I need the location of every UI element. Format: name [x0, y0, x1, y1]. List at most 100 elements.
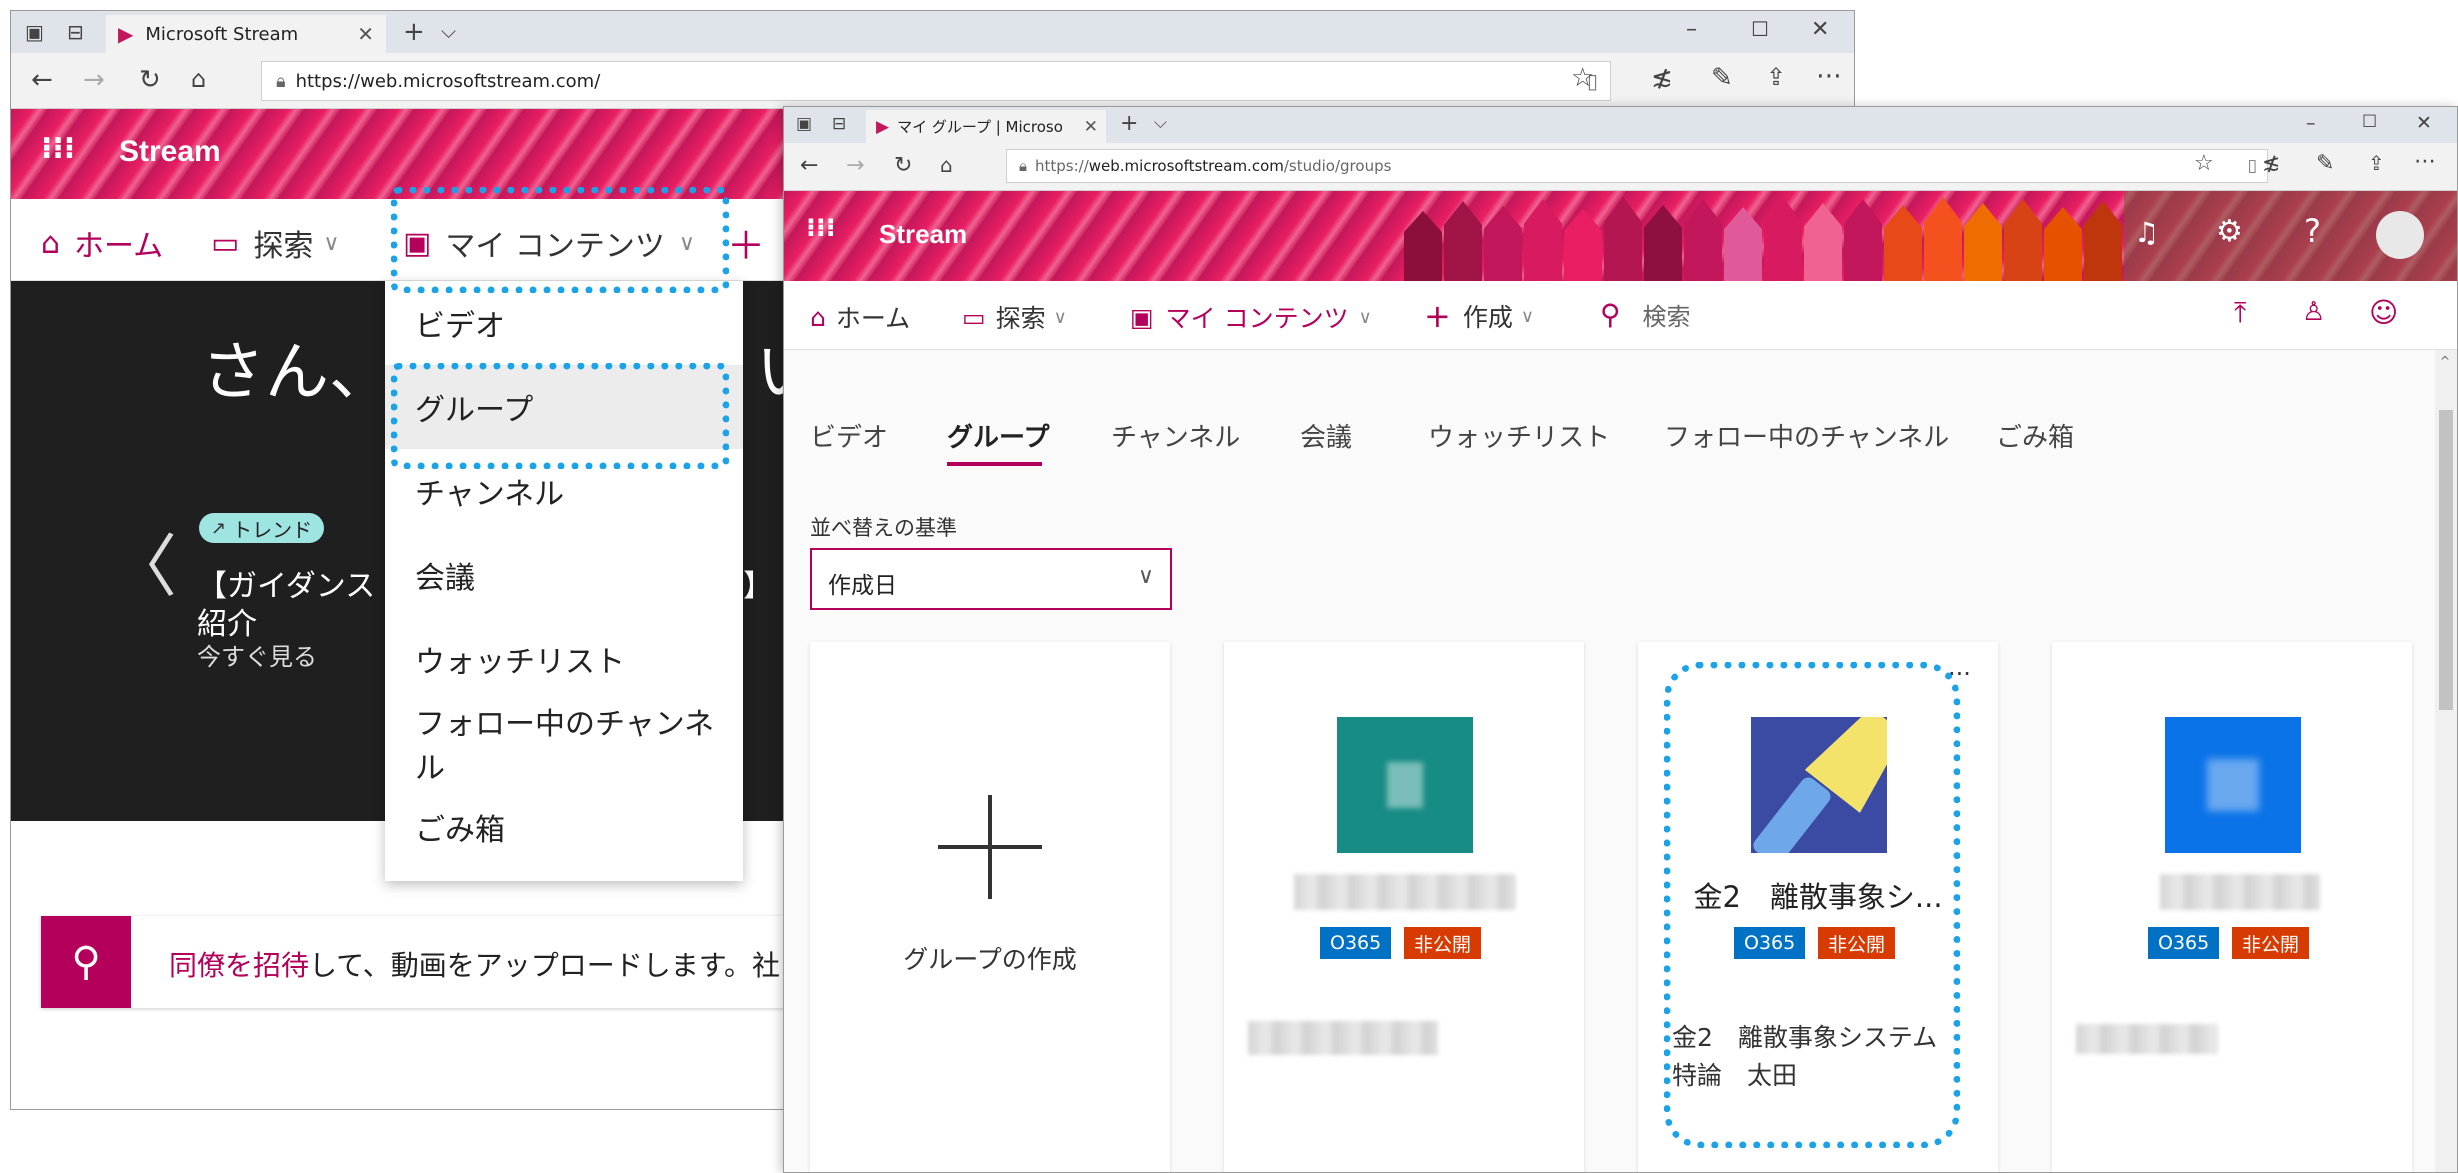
highlight-group-card	[1664, 662, 1960, 1148]
share-icon[interactable]: ⇪	[2368, 153, 2385, 173]
set-aside-tabs-icon[interactable]: ▣	[796, 116, 812, 133]
url-text: https://web.microsoftstream.com/studio/g…	[1035, 157, 1391, 175]
chevron-down-icon: ∨	[323, 230, 340, 256]
explore-icon: ▭	[962, 302, 986, 332]
upload-icon[interactable]: ⤒	[2234, 299, 2246, 327]
nav-create[interactable]: ＋	[727, 215, 765, 270]
new-tab-icon[interactable]: +	[1120, 113, 1138, 135]
vertical-scrollbar[interactable]: ^	[2435, 350, 2457, 1172]
browser-tab[interactable]: ▶ マイ グループ | Microsoft S ✕	[866, 110, 1106, 143]
subtab-channels[interactable]: チャンネル	[1111, 417, 1240, 454]
home-icon[interactable]: ⌂	[191, 67, 206, 91]
close-tab-icon[interactable]: ✕	[1084, 117, 1098, 137]
chevron-down-icon: ∨	[1520, 305, 1535, 327]
favorites-list-icon[interactable]: ≴	[2262, 153, 2280, 175]
plus-icon	[988, 795, 992, 899]
help-icon[interactable]: ?	[2304, 215, 2321, 247]
back-icon[interactable]: ←	[31, 67, 53, 93]
subtab-trash[interactable]: ごみ箱	[1996, 417, 2074, 454]
forward-icon[interactable]: →	[83, 67, 105, 93]
menu-item-watchlist[interactable]: ウォッチリスト	[385, 617, 743, 701]
share-icon[interactable]: ⇪	[1766, 65, 1786, 89]
video-icon: ▣	[1130, 302, 1154, 332]
subtab-watchlist[interactable]: ウォッチリスト	[1428, 417, 1610, 454]
chevron-down-icon: ∨	[1137, 564, 1154, 589]
address-bar[interactable]: 🔒︎ https://web.microsoftstream.com/studi…	[1006, 149, 2268, 183]
scrollbar-thumb[interactable]	[2439, 410, 2453, 710]
favorites-list-icon[interactable]: ≴	[1651, 65, 1673, 91]
new-tab-icon[interactable]: +	[403, 19, 425, 45]
favorite-star-icon[interactable]: ☆	[1571, 65, 1594, 91]
menu-item-video[interactable]: ビデオ	[385, 281, 743, 365]
minimize-icon[interactable]: –	[1686, 19, 1697, 41]
menu-item-trash[interactable]: ごみ箱	[385, 785, 743, 869]
pen-icon[interactable]: ✎	[2316, 153, 2334, 175]
notifications-bell-icon[interactable]: ♫	[2134, 219, 2159, 247]
tab-list-chevron-icon[interactable]: ⌵	[1154, 115, 1167, 132]
add-person-icon[interactable]: ♙	[2302, 299, 2325, 325]
subtab-meetings[interactable]: 会議	[1300, 417, 1352, 454]
browser-tab[interactable]: ▶ Microsoft Stream ✕	[106, 15, 386, 53]
watch-now-link[interactable]: 今すぐ見る	[197, 637, 317, 672]
app-launcher-icon[interactable]: ⁝⁝⁝	[41, 131, 75, 166]
search-box[interactable]: ⚲ 検索	[1600, 297, 1691, 332]
nav-explore[interactable]: ▭ 探索 ∨	[962, 299, 1067, 335]
group-avatar-tile	[2165, 717, 2301, 853]
nav-home[interactable]: ⌂ ホーム	[810, 299, 910, 335]
app-launcher-icon[interactable]: ⁝⁝⁝	[806, 213, 836, 243]
tab-list-chevron-icon[interactable]: ⌵	[441, 21, 456, 41]
nav-my-content[interactable]: ▣ マイ コンテンツ ∨	[1130, 299, 1372, 335]
nav-create[interactable]: + 作成 ∨	[1424, 297, 1534, 335]
tab-title: Microsoft Stream	[145, 23, 299, 45]
create-group-card[interactable]: グループの作成	[810, 642, 1170, 1172]
pen-icon[interactable]: ✎	[1711, 65, 1733, 91]
reading-view-icon[interactable]: ▯	[2248, 156, 2257, 176]
previous-arrow-icon[interactable]: 〈	[109, 511, 177, 610]
group-card[interactable]: O365 非公開	[1224, 642, 1584, 1172]
crayon-decoration	[1384, 191, 2457, 281]
minimize-icon[interactable]: –	[2306, 114, 2316, 133]
favorite-star-icon[interactable]: ☆	[2194, 153, 2214, 175]
app-name[interactable]: Stream	[879, 219, 967, 250]
refresh-icon[interactable]: ↻	[894, 155, 912, 177]
more-icon[interactable]: ⋯	[1816, 63, 1842, 89]
sort-dropdown[interactable]: 作成日 ∨	[810, 548, 1172, 610]
subtab-video[interactable]: ビデオ	[810, 417, 888, 454]
trend-badge-label: トレンド	[232, 517, 313, 542]
sort-value: 作成日	[828, 573, 897, 599]
close-tab-icon[interactable]: ✕	[357, 22, 374, 46]
subtab-followed-channels[interactable]: フォロー中のチャンネル	[1664, 417, 1949, 454]
address-bar[interactable]: 🔒︎ https://web.microsoftstream.com/ ▯	[261, 61, 1611, 101]
home-icon[interactable]: ⌂	[940, 155, 953, 175]
group-card[interactable]: O365 非公開	[2052, 642, 2412, 1172]
invite-link[interactable]: 同僚を招待	[169, 949, 309, 982]
nav-home[interactable]: ⌂ ホーム	[41, 221, 163, 265]
tab-strip: ▣ ⊟ ▶ マイ グループ | Microsoft S ✕ + ⌵ – ☐ ✕	[784, 107, 2457, 143]
more-icon[interactable]: ⋯	[2414, 151, 2436, 173]
tab-preview-icon[interactable]: ⊟	[67, 22, 84, 42]
private-badge: 非公開	[2232, 927, 2310, 959]
feedback-smiley-icon[interactable]: ☺	[2369, 299, 2398, 327]
menu-item-meetings[interactable]: 会議	[385, 533, 743, 617]
scroll-up-icon[interactable]: ^	[2440, 354, 2450, 368]
maximize-icon[interactable]: ☐	[1751, 19, 1769, 39]
avatar[interactable]	[2376, 211, 2424, 259]
maximize-icon[interactable]: ☐	[2362, 114, 2377, 131]
nav-explore[interactable]: ▭ 探索 ∨	[211, 221, 339, 265]
settings-gear-icon[interactable]: ⚙	[2216, 217, 2243, 247]
group-name-redacted	[2160, 874, 2320, 910]
close-window-icon[interactable]: ✕	[2416, 114, 2432, 133]
tab-preview-icon[interactable]: ⊟	[832, 116, 846, 133]
chevron-down-icon: ∨	[1053, 306, 1067, 328]
app-name[interactable]: Stream	[119, 135, 221, 169]
lock-icon: 🔒︎	[276, 70, 286, 92]
url-text: https://web.microsoftstream.com/	[295, 70, 601, 92]
close-window-icon[interactable]: ✕	[1811, 19, 1829, 41]
back-icon[interactable]: ←	[800, 155, 818, 177]
subtab-groups[interactable]: グループ	[947, 417, 1049, 454]
set-aside-tabs-icon[interactable]: ▣	[25, 22, 44, 42]
forward-icon[interactable]: →	[846, 155, 864, 177]
nav-explore-label: 探索	[253, 229, 314, 264]
menu-item-followed-channels[interactable]: フォロー中のチャンネル	[385, 701, 743, 786]
refresh-icon[interactable]: ↻	[139, 67, 161, 93]
